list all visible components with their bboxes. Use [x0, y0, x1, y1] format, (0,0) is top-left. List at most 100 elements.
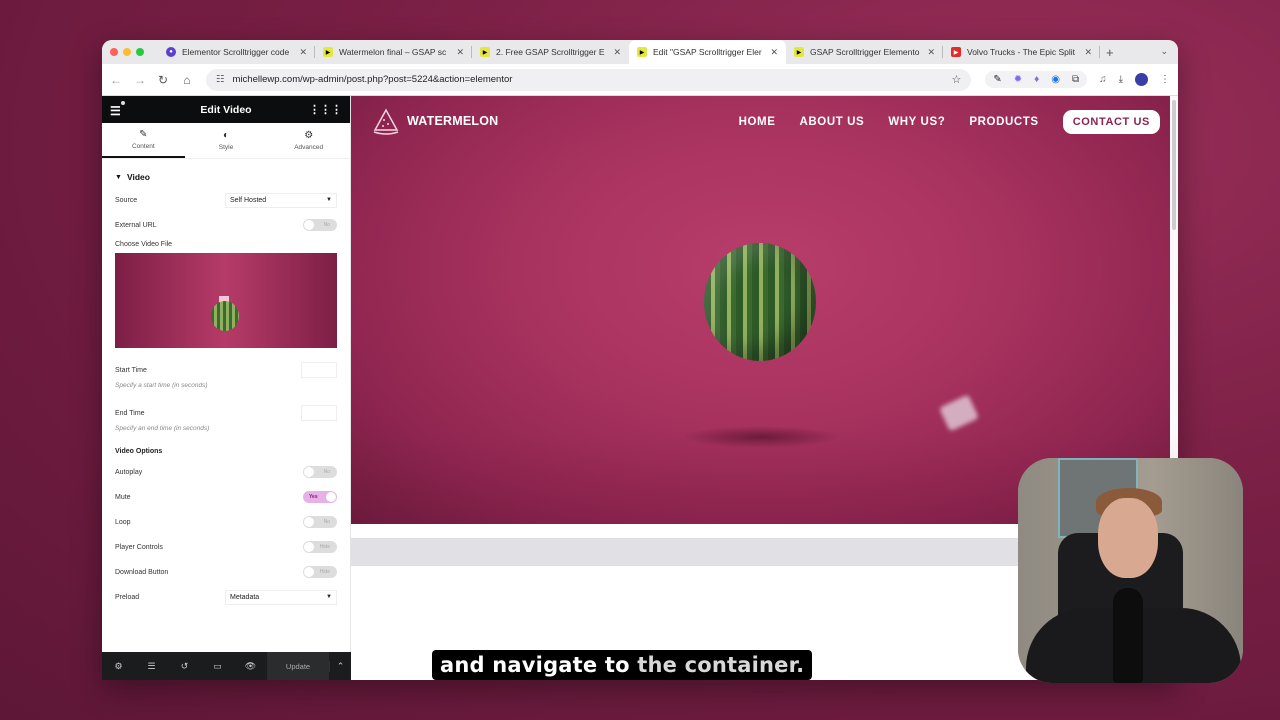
browser-tab[interactable]: ▶ Volvo Trucks - The Epic Split ✕	[943, 40, 1100, 64]
extension-sun-icon[interactable]: ✹	[1014, 74, 1022, 85]
profile-avatar[interactable]	[1135, 73, 1148, 86]
start-time-hint: Specify a start time (in seconds)	[115, 382, 208, 389]
site-menu: HOME ABOUT US WHY US? PRODUCTS CONTACT U…	[739, 110, 1160, 134]
video-options-heading: Video Options	[115, 448, 163, 455]
play-icon: ▶	[480, 47, 490, 57]
video-file-preview[interactable]	[115, 253, 337, 348]
pencil-icon: ✎	[139, 129, 148, 140]
preload-control: Preload Metadata ▼	[115, 588, 337, 606]
menu-products[interactable]: PRODUCTS	[969, 116, 1038, 128]
navigator-layers-icon[interactable]: ☰	[135, 661, 168, 672]
panel-title: Edit Video	[200, 103, 252, 116]
end-time-hint: Specify an end time (in seconds)	[115, 425, 210, 432]
option-download-button: Download Button Hide	[115, 563, 337, 581]
menu-home[interactable]: HOME	[739, 116, 776, 128]
browser-window: ● Elementor Scrolltrigger code ✕ ▶ Watermel…	[102, 40, 1178, 680]
site-settings-icon[interactable]: ☷	[216, 74, 225, 85]
browser-tab[interactable]: ▶ Watermelon final – GSAP sc ✕	[315, 40, 472, 64]
player-controls-toggle[interactable]: Hide	[303, 541, 337, 553]
widgets-grid-icon[interactable]: ⋮⋮⋮	[309, 103, 342, 116]
contact-us-button[interactable]: CONTACT US	[1062, 110, 1160, 134]
preload-select[interactable]: Metadata ▼	[225, 589, 337, 605]
menu-about-us[interactable]: ABOUT US	[799, 116, 864, 128]
option-autoplay: Autoplay No	[115, 463, 337, 481]
tab-search-chevron-icon[interactable]: ⌄	[1160, 46, 1168, 57]
end-time-control: End Time	[115, 405, 337, 421]
close-tab-icon[interactable]: ✕	[770, 47, 778, 58]
window-controls	[110, 48, 144, 56]
menu-why-us[interactable]: WHY US?	[888, 116, 945, 128]
minimize-window-button[interactable]	[123, 48, 131, 56]
user-avatar-icon: ●	[166, 47, 176, 57]
maximize-window-button[interactable]	[136, 48, 144, 56]
start-time-input[interactable]	[301, 362, 337, 378]
autoplay-toggle[interactable]: No	[303, 466, 337, 478]
option-mute: Mute Yes	[115, 488, 337, 506]
chevron-down-icon: ▼	[326, 594, 332, 600]
panel-footer: ⚙ ☰ ↺ ▭ 👁 Update ⌃	[102, 652, 351, 680]
source-select[interactable]: Self Hosted ▼	[225, 192, 337, 208]
close-tab-icon[interactable]: ✕	[927, 47, 935, 58]
watermelon-shadow	[681, 426, 841, 448]
mute-toggle[interactable]: Yes	[303, 491, 337, 503]
history-icon[interactable]: ↺	[168, 661, 201, 672]
preview-eye-icon[interactable]: 👁	[234, 661, 267, 672]
browser-tab[interactable]: ▶ 2. Free GSAP Scrolltrigger E ✕	[472, 40, 629, 64]
watermelon-video-frame	[704, 243, 816, 361]
panel-tabs: ✎ Content ◐ Style ⚙ Advanced	[102, 123, 350, 159]
tab-content[interactable]: ✎ Content	[102, 123, 185, 158]
browser-tab[interactable]: ▶ GSAP Scrolltrigger Elemento ✕	[786, 40, 943, 64]
update-options-chevron-up-icon[interactable]: ⌃	[329, 660, 351, 672]
start-time-control: Start Time	[115, 362, 337, 378]
section-video-toggle[interactable]: ▼ Video	[115, 163, 337, 191]
new-tab-button[interactable]: +	[1106, 45, 1114, 60]
subtitle-caption: and navigate to the container.	[432, 650, 813, 680]
youtube-icon: ▶	[951, 47, 961, 57]
tab-advanced[interactable]: ⚙ Advanced	[267, 123, 350, 158]
watermelon-slice-icon	[373, 108, 399, 135]
close-tab-icon[interactable]: ✕	[456, 47, 464, 58]
close-tab-icon[interactable]: ✕	[299, 47, 307, 58]
media-control-icon[interactable]: ♫	[1099, 74, 1107, 85]
contrast-icon: ◐	[222, 130, 230, 141]
bookmark-star-icon[interactable]: ☆	[951, 73, 961, 86]
chevron-down-icon: ▼	[326, 197, 332, 203]
microphone	[1113, 588, 1143, 683]
reload-icon[interactable]: ↻	[158, 73, 168, 87]
url-input[interactable]: ☷ michellewp.com/wp-admin/post.php?post=…	[206, 68, 972, 91]
download-icon[interactable]: ⤓	[1119, 74, 1123, 85]
settings-gear-icon[interactable]: ⚙	[102, 661, 135, 672]
update-button[interactable]: Update	[267, 652, 329, 680]
gear-icon: ⚙	[304, 130, 314, 141]
loop-toggle[interactable]: No	[303, 516, 337, 528]
play-icon: ▶	[637, 47, 647, 57]
back-icon[interactable]: ←	[110, 73, 122, 87]
external-url-control: External URL No	[115, 216, 337, 234]
home-icon[interactable]: ⌂	[182, 73, 192, 87]
end-time-input[interactable]	[301, 405, 337, 421]
extensions-puzzle-icon[interactable]: ⧉	[1072, 74, 1079, 85]
hamburger-menu-icon[interactable]: ☰	[110, 104, 121, 118]
download-button-toggle[interactable]: Hide	[303, 566, 337, 578]
browser-tab-active[interactable]: ▶ Edit "GSAP Scrolltrigger Eler ✕	[629, 40, 786, 64]
option-loop: Loop No	[115, 513, 337, 531]
forward-icon[interactable]: →	[134, 73, 146, 87]
more-menu-icon[interactable]: ⋮	[1160, 74, 1170, 85]
browser-tab[interactable]: ● Elementor Scrolltrigger code ✕	[158, 40, 315, 64]
extension-drop-icon[interactable]: ♦	[1034, 74, 1039, 85]
elementor-panel: ☰ Edit Video ⋮⋮⋮ ✎ Content ◐ Style ⚙ Advanc…	[102, 96, 351, 680]
webcam-overlay	[1018, 458, 1243, 683]
tab-bar: ● Elementor Scrolltrigger code ✕ ▶ Watermel…	[102, 40, 1178, 64]
address-bar-row: ← → ↻ ⌂ ☷ michellewp.com/wp-admin/post.p…	[102, 64, 1178, 96]
external-url-toggle[interactable]: No	[303, 219, 337, 231]
play-icon: ▶	[323, 47, 333, 57]
eyedropper-icon[interactable]: ✎	[993, 74, 1001, 85]
site-logo[interactable]: WATERMELON	[371, 106, 498, 136]
responsive-mode-icon[interactable]: ▭	[201, 661, 234, 672]
tab-style[interactable]: ◐ Style	[185, 123, 268, 158]
close-tab-icon[interactable]: ✕	[613, 47, 621, 58]
close-tab-icon[interactable]: ✕	[1084, 47, 1092, 58]
extension-play-icon[interactable]: ◉	[1051, 74, 1060, 85]
choose-video-file-label: Choose Video File	[115, 241, 173, 248]
close-window-button[interactable]	[110, 48, 118, 56]
